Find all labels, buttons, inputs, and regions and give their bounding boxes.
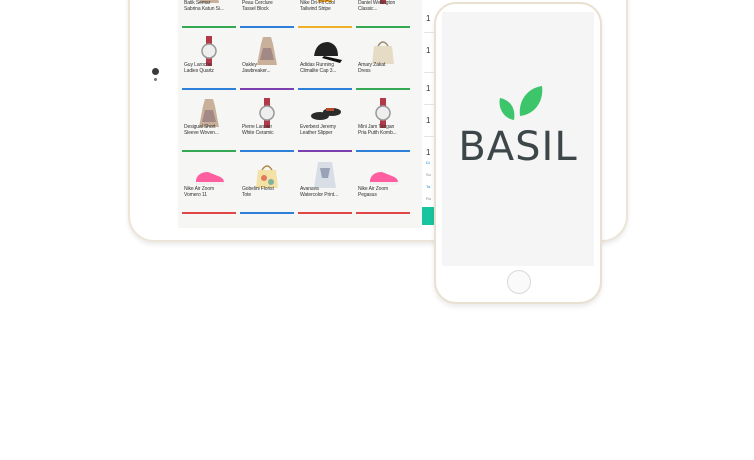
phone-screen: BASIL bbox=[442, 12, 594, 266]
product-tile[interactable]: Pierre Lannier White Ceramic bbox=[240, 92, 294, 152]
product-name: Guy Laroche Ladies Quartz bbox=[184, 62, 214, 74]
product-name: Peau Cerclure Tassel Block bbox=[242, 0, 273, 12]
product-tile[interactable]: Mini Jam Tangan Pria Putih Komb... bbox=[356, 92, 410, 152]
category-color-bar bbox=[356, 26, 410, 28]
category-color-bar bbox=[356, 88, 410, 90]
product-tile[interactable]: Batik Semar Sabrina Katun Si... bbox=[182, 0, 236, 28]
category-color-bar bbox=[298, 26, 352, 28]
product-tile[interactable]: Desigual Short Sleeve Woven... bbox=[182, 92, 236, 152]
category-color-bar bbox=[298, 212, 352, 214]
category-color-bar bbox=[182, 26, 236, 28]
product-tile[interactable]: Daniel Wellington Classic... bbox=[356, 0, 410, 28]
product-tile[interactable]: Nike Air Zoom Vomero 11 bbox=[182, 154, 236, 214]
home-button[interactable] bbox=[507, 270, 531, 294]
category-color-bar bbox=[356, 212, 410, 214]
category-color-bar bbox=[182, 212, 236, 214]
product-tile[interactable]: Adidas Running Climalite Cap 3... bbox=[298, 30, 352, 90]
summary-label: Di bbox=[426, 160, 430, 165]
product-name: Daniel Wellington Classic... bbox=[358, 0, 396, 12]
category-color-bar bbox=[240, 26, 294, 28]
product-name: Batik Semar Sabrina Katun Si... bbox=[184, 0, 224, 12]
category-color-bar bbox=[182, 88, 236, 90]
summary-label: Ta bbox=[426, 184, 431, 189]
product-tile[interactable]: Oakley Jawbreaker... bbox=[240, 30, 294, 90]
product-tile[interactable]: Peau Cerclure Tassel Block bbox=[240, 0, 294, 28]
product-tile[interactable]: Avanava Watercolor Print... bbox=[298, 154, 352, 214]
product-name: Oakley Jawbreaker... bbox=[242, 62, 271, 74]
product-name: Nike Dri-Fit Cool Tailwind Stripe bbox=[300, 0, 335, 12]
product-name: Everbest Jeremy Leather Slipper bbox=[300, 124, 337, 136]
category-color-bar bbox=[356, 150, 410, 152]
category-color-bar bbox=[240, 88, 294, 90]
summary-label: Ro bbox=[426, 196, 432, 201]
product-name: Gobelini Florist Tote bbox=[242, 186, 274, 198]
product-name: Pierre Lannier White Ceramic bbox=[242, 124, 274, 136]
category-color-bar bbox=[240, 212, 294, 214]
phone-device: BASIL bbox=[434, 2, 602, 304]
category-color-bar bbox=[298, 150, 352, 152]
sensor-icon bbox=[154, 78, 157, 81]
category-color-bar bbox=[182, 150, 236, 152]
product-name: Avanava Watercolor Print... bbox=[300, 186, 338, 198]
category-color-bar bbox=[298, 88, 352, 90]
cart-qty: 1 bbox=[426, 148, 431, 157]
product-name: Nike Air Zoom Pegasus bbox=[358, 186, 389, 198]
product-name: Adidas Running Climalite Cap 3... bbox=[300, 62, 337, 74]
app-logo-text: BASIL bbox=[458, 124, 578, 170]
cart-qty: 1 bbox=[426, 116, 431, 125]
product-name: Nike Air Zoom Vomero 11 bbox=[184, 186, 215, 198]
product-tile[interactable]: Nike Dri-Fit Cool Tailwind Stripe bbox=[298, 0, 352, 28]
product-tile[interactable]: Nike Air Zoom Pegasus bbox=[356, 154, 410, 214]
product-name: Amary Zakat Dress bbox=[358, 62, 386, 74]
cart-qty: 1 bbox=[426, 46, 431, 55]
cart-qty: 1 bbox=[426, 84, 431, 93]
product-name: Desigual Short Sleeve Woven... bbox=[184, 124, 219, 136]
product-tile[interactable]: Amary Zakat Dress bbox=[356, 30, 410, 90]
summary-label: Su bbox=[426, 172, 431, 177]
product-tile[interactable]: Everbest Jeremy Leather Slipper bbox=[298, 92, 352, 152]
category-color-bar bbox=[240, 150, 294, 152]
camera-icon bbox=[152, 68, 159, 75]
cart-qty: 1 bbox=[426, 14, 431, 23]
product-tile[interactable]: Gobelini Florist Tote bbox=[240, 154, 294, 214]
product-name: Mini Jam Tangan Pria Putih Komb... bbox=[358, 124, 397, 136]
product-tile[interactable]: Guy Laroche Ladies Quartz bbox=[182, 30, 236, 90]
